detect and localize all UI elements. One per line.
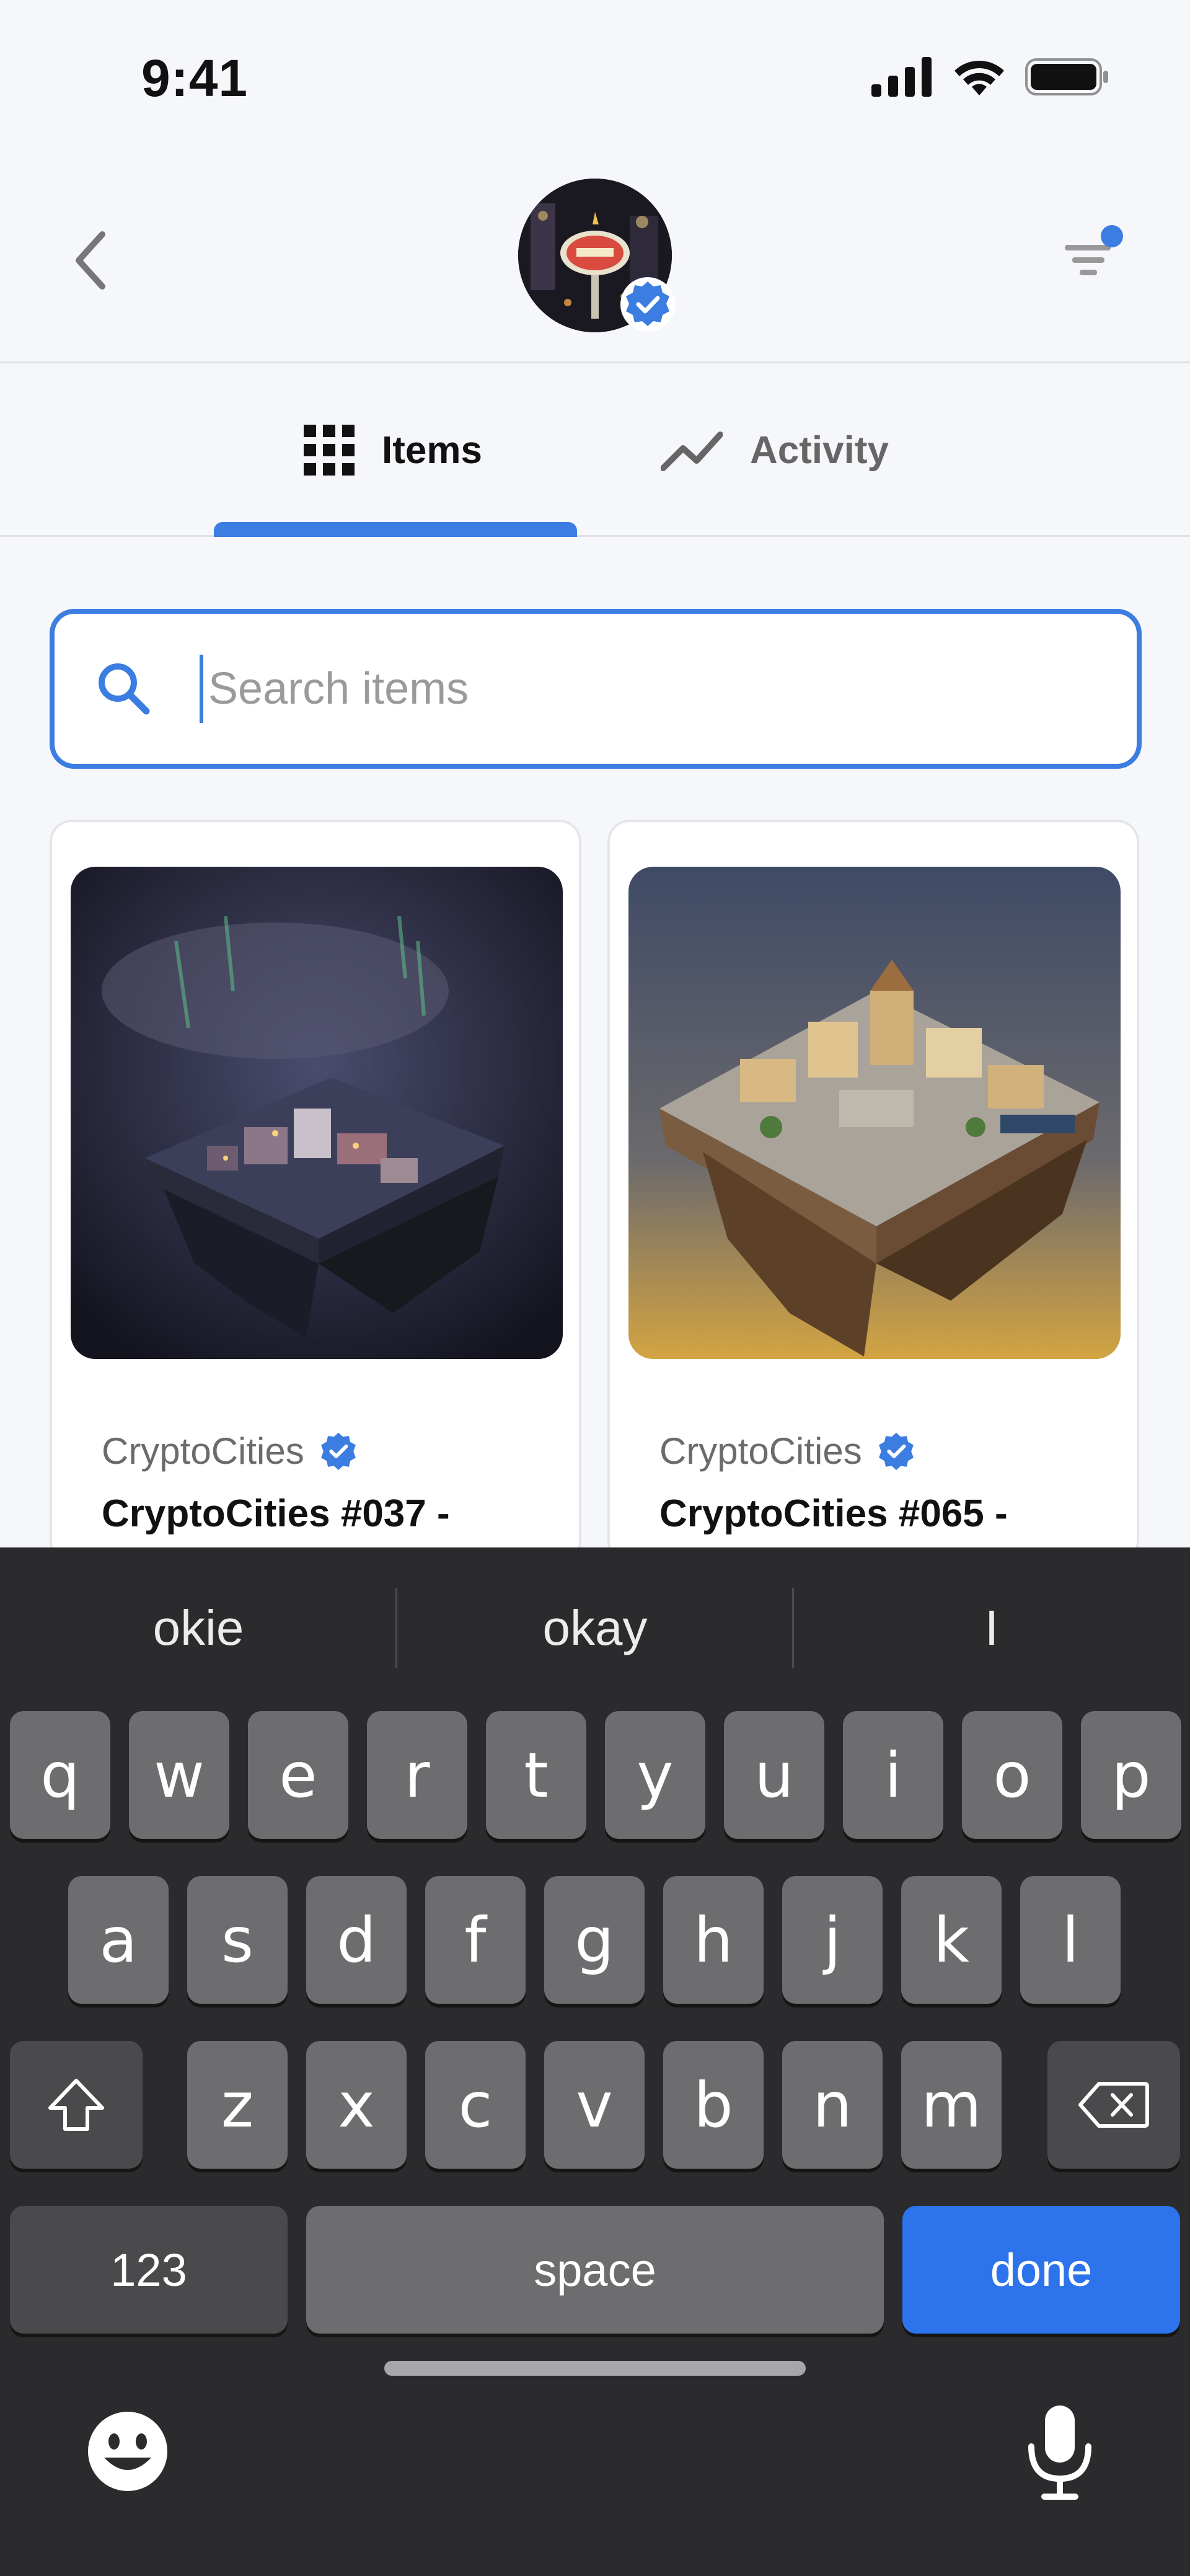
tab-items[interactable]: Items [304,363,482,537]
suggestion-1[interactable]: okie [0,1547,397,1709]
floating-island-city-image [628,867,1121,1359]
collection-header [0,161,1190,363]
key-c[interactable]: c [425,2041,526,2169]
item-title: CryptoCities #065 - [659,1492,1008,1535]
key-r[interactable]: r [367,1711,467,1839]
key-o[interactable]: o [962,1711,1062,1839]
search-input[interactable] [208,663,1014,714]
active-tab-indicator [214,522,577,537]
key-i[interactable]: i [843,1711,943,1839]
key-h[interactable]: h [663,1876,764,2004]
text-caret [200,655,203,723]
collection-avatar[interactable] [518,179,675,332]
on-screen-keyboard: okie okay I q w e r t y u i o p a s d f … [0,1547,1190,2576]
item-card[interactable]: CryptoCities CryptoCities #065 - [607,820,1139,1564]
microphone-icon[interactable] [1023,2403,1097,2502]
key-k[interactable]: k [901,1876,1002,2004]
key-j[interactable]: j [782,1876,883,2004]
key-w[interactable]: w [129,1711,229,1839]
key-d[interactable]: d [306,1876,407,2004]
key-z[interactable]: z [187,2041,288,2169]
key-v[interactable]: v [544,2041,645,2169]
suggestion-bar: okie okay I [0,1547,1190,1709]
battery-icon [1025,58,1108,95]
item-collection: CryptoCities [659,1430,917,1472]
tab-activity-label: Activity [750,428,889,472]
shift-icon [48,2079,104,2131]
key-n[interactable]: n [782,2041,883,2169]
key-m[interactable]: m [901,2041,1002,2169]
status-icons [871,57,1109,97]
key-e[interactable]: e [248,1711,348,1839]
item-image [628,867,1121,1359]
cellular-signal-icon [871,57,932,97]
key-l[interactable]: l [1020,1876,1121,2004]
home-indicator [384,2361,806,2376]
key-a[interactable]: a [68,1876,169,2004]
key-f[interactable]: f [425,1876,526,2004]
done-key[interactable]: done [902,2206,1180,2334]
key-s[interactable]: s [187,1876,288,2004]
backspace-icon [1078,2082,1149,2128]
status-time: 9:41 [141,49,249,107]
key-u[interactable]: u [724,1711,824,1839]
item-image [71,867,563,1359]
back-button[interactable] [62,223,118,298]
floating-island-night-image [71,867,563,1359]
key-y[interactable]: y [605,1711,705,1839]
verified-badge-icon [620,277,675,332]
chevron-left-icon [76,231,105,290]
shift-key[interactable] [10,2041,143,2169]
search-icon [99,663,150,715]
item-collection: CryptoCities [102,1430,359,1472]
verified-icon [320,1432,356,1470]
filter-icon [1065,225,1123,275]
tab-items-label: Items [382,428,482,472]
emoji-icon[interactable] [86,2409,170,2494]
item-title: CryptoCities #037 - [102,1492,450,1535]
suggestion-3[interactable]: I [793,1547,1190,1709]
numbers-key[interactable]: 123 [10,2206,288,2334]
collection-name: CryptoCities [102,1430,304,1472]
suggestion-2[interactable]: okay [397,1547,793,1709]
key-g[interactable]: g [544,1876,645,2004]
verified-icon [878,1432,914,1470]
key-t[interactable]: t [486,1711,586,1839]
filter-button[interactable] [1060,220,1128,288]
backspace-key[interactable] [1047,2041,1180,2169]
item-card[interactable]: CryptoCities CryptoCities #037 - [50,820,581,1564]
space-key[interactable]: space [306,2206,884,2334]
grid-icon [304,425,355,476]
key-b[interactable]: b [663,2041,764,2169]
collection-name: CryptoCities [659,1430,862,1472]
activity-chart-icon [661,432,723,471]
search-box[interactable] [50,609,1142,769]
status-bar: 9:41 [0,0,1190,161]
key-x[interactable]: x [306,2041,407,2169]
key-p[interactable]: p [1081,1711,1181,1839]
wifi-icon [954,61,1004,95]
tab-bar: Items Activity [0,363,1190,537]
tab-activity[interactable]: Activity [661,363,889,537]
key-q[interactable]: q [10,1711,110,1839]
